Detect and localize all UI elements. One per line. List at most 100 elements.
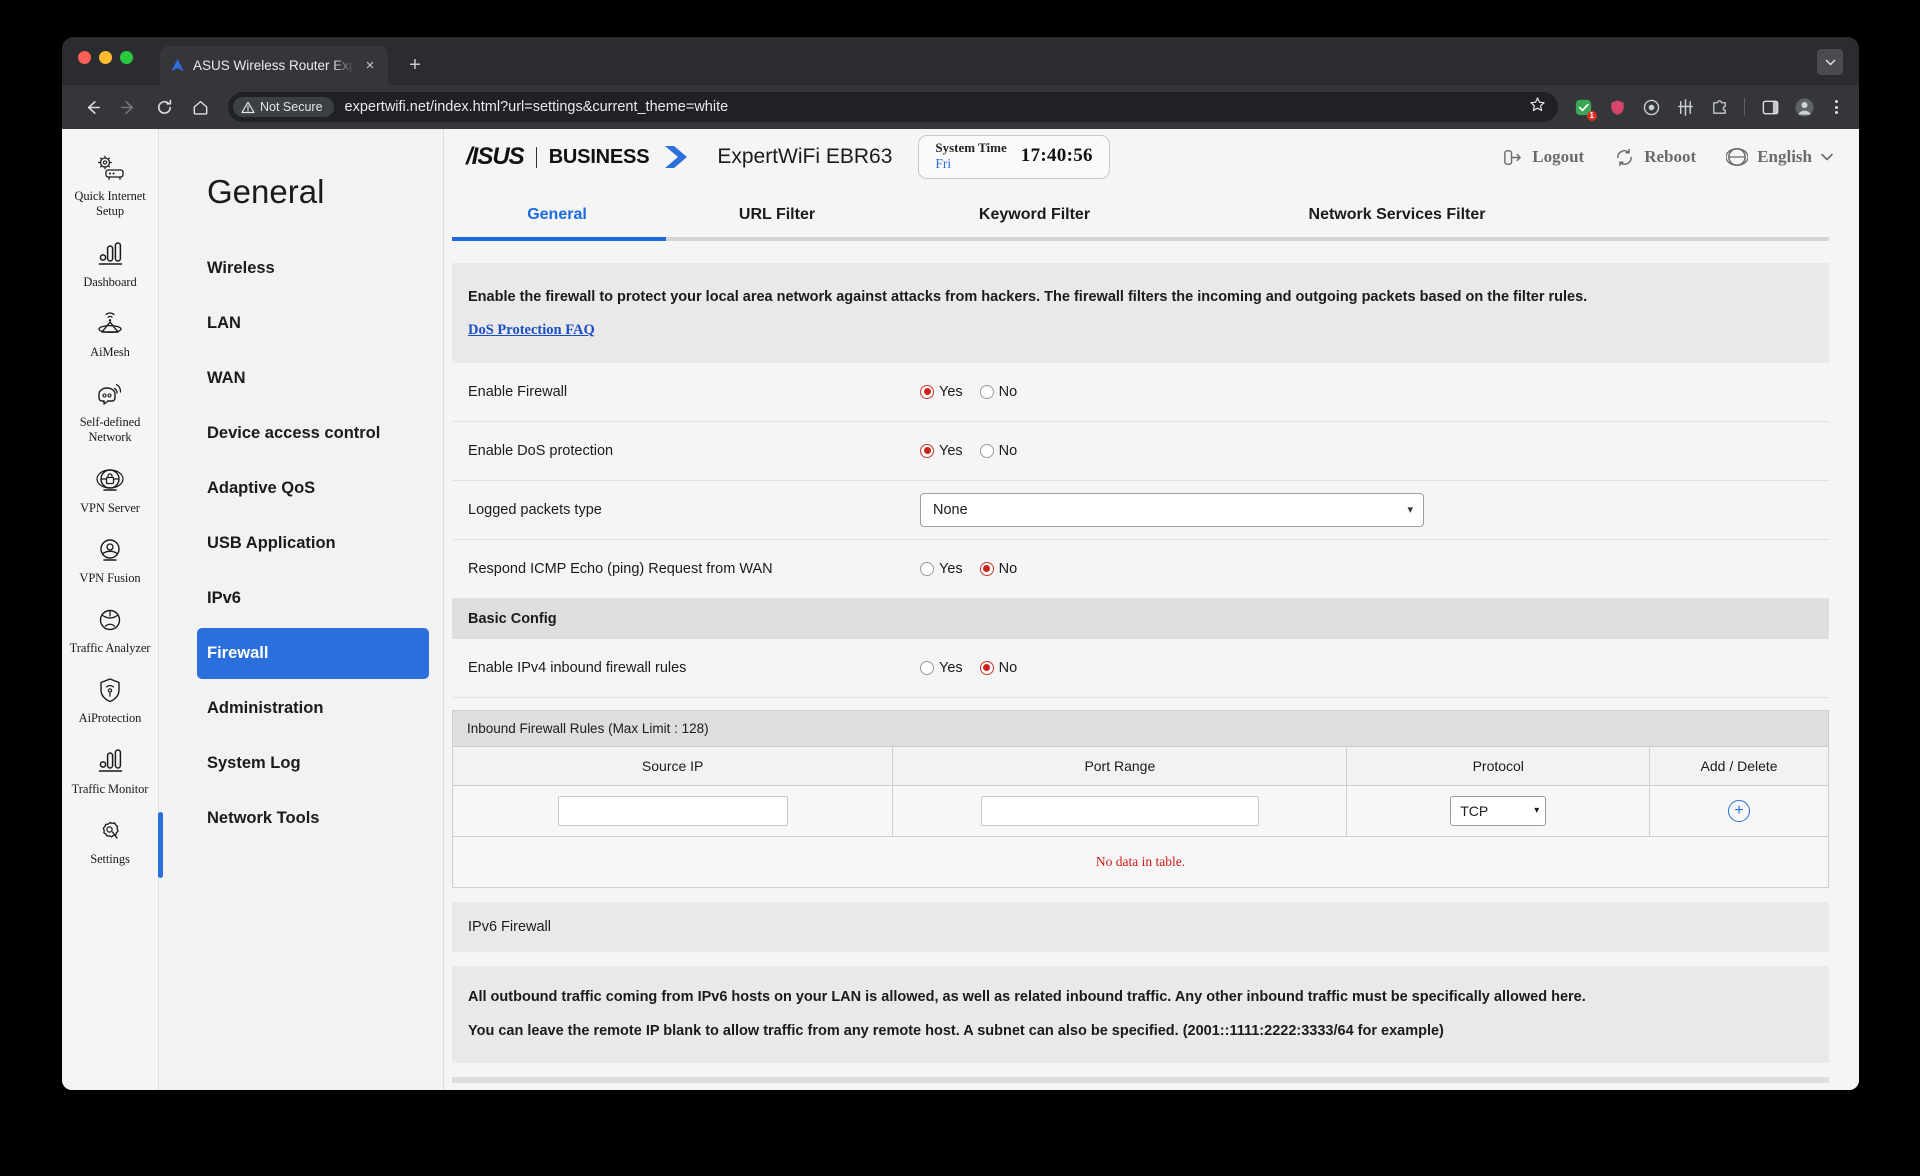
sidebar-item-label: AiProtection bbox=[78, 711, 142, 726]
source-ip-input[interactable] bbox=[557, 795, 788, 826]
traffic-analyzer-icon bbox=[99, 609, 121, 631]
browser-tab[interactable]: ASUS Wireless Router Exper × bbox=[160, 46, 388, 85]
vpn-server-icon bbox=[96, 468, 124, 491]
radio-indicator[interactable] bbox=[920, 443, 934, 458]
sidebar-item-traffic-analyzer[interactable]: Traffic Analyzer bbox=[62, 597, 158, 667]
subnav-item-firewall[interactable]: Firewall bbox=[197, 628, 429, 679]
subnav-item-adaptive-qos[interactable]: Adaptive QoS bbox=[159, 463, 429, 514]
logged-packets-type-select[interactable]: None ▾ bbox=[920, 492, 1424, 527]
maximize-window-button[interactable] bbox=[120, 51, 133, 64]
radio-indicator[interactable] bbox=[979, 384, 994, 399]
cell-source-ip bbox=[451, 784, 894, 837]
reboot-label: Reboot bbox=[1644, 147, 1697, 166]
sidebar-item-self-defined-network[interactable]: Self-defined Network bbox=[62, 371, 158, 457]
system-time-clock: 17:40:56 bbox=[1020, 145, 1093, 167]
language-selector[interactable]: English bbox=[1726, 146, 1833, 168]
not-secure-chip[interactable]: Not Secure bbox=[233, 97, 334, 117]
extension-icon-script[interactable] bbox=[1672, 94, 1698, 120]
radio-indicator[interactable] bbox=[920, 384, 934, 399]
chevron-down-icon bbox=[1821, 153, 1833, 161]
sidebar-item-settings[interactable]: Settings bbox=[62, 808, 163, 878]
logout-button[interactable]: Logout bbox=[1502, 147, 1584, 168]
inbound-firewall-rules-table: Source IP Port Range Protocol Add / Dele… bbox=[451, 745, 1829, 888]
extensions-puzzle-icon[interactable] bbox=[1706, 94, 1732, 120]
asus-wordmark: /ISUS bbox=[466, 143, 525, 170]
sidebar-item-dashboard[interactable]: Dashboard bbox=[62, 231, 158, 301]
main-panel: /ISUS BUSINESS ExpertWiFi EBR63 System T… bbox=[444, 129, 1859, 1090]
sidebar-item-vpn-server[interactable]: VPN Server bbox=[62, 457, 158, 527]
add-rule-button[interactable]: + bbox=[1728, 799, 1751, 822]
subnav-item-system-log[interactable]: System Log bbox=[159, 738, 429, 789]
subnav-item-administration[interactable]: Administration bbox=[159, 683, 429, 734]
bottom-divider bbox=[452, 1076, 1829, 1083]
content-tabs: General URL Filter Keyword Filter Networ… bbox=[444, 185, 1859, 237]
radio-indicator[interactable] bbox=[979, 660, 994, 675]
extension-icon-green[interactable]: 1 bbox=[1570, 94, 1597, 121]
sidebar-item-traffic-monitor[interactable]: Traffic Monitor bbox=[62, 738, 158, 808]
tabs-underline-active bbox=[452, 237, 666, 241]
address-bar[interactable]: Not Secure expertwifi.net/index.html?url… bbox=[228, 92, 1558, 122]
minimize-window-button[interactable] bbox=[99, 51, 112, 64]
reboot-button[interactable]: Reboot bbox=[1614, 147, 1696, 168]
toolbar-separator bbox=[1744, 98, 1745, 116]
radio-indicator[interactable] bbox=[979, 561, 994, 576]
chevron-down-icon bbox=[1824, 58, 1836, 66]
column-header-protocol: Protocol bbox=[1346, 745, 1651, 786]
dos-protection-faq-link[interactable]: DoS Protection FAQ bbox=[468, 322, 595, 339]
ipv4-inbound-radio-group: Yes No bbox=[920, 660, 1017, 676]
respond-icmp-no[interactable]: No bbox=[979, 561, 1017, 577]
window-menu-button[interactable] bbox=[1817, 49, 1843, 75]
tab-keyword-filter[interactable]: Keyword Filter bbox=[892, 206, 1177, 237]
ipv4-inbound-yes[interactable]: Yes bbox=[920, 660, 963, 676]
sidebar-item-quick-internet-setup[interactable]: Quick Internet Setup bbox=[62, 145, 158, 231]
tab-network-services-filter[interactable]: Network Services Filter bbox=[1177, 206, 1617, 237]
home-button[interactable] bbox=[184, 91, 216, 123]
subnav-item-network-tools[interactable]: Network Tools bbox=[159, 793, 429, 844]
tab-url-filter[interactable]: URL Filter bbox=[662, 206, 892, 237]
enable-firewall-yes[interactable]: Yes bbox=[920, 384, 963, 400]
port-range-input[interactable] bbox=[980, 795, 1259, 826]
sidebar-item-aimesh[interactable]: AiMesh bbox=[62, 301, 158, 371]
radio-label: No bbox=[998, 659, 1018, 676]
profile-avatar-icon[interactable] bbox=[1791, 94, 1817, 120]
new-tab-button[interactable]: + bbox=[400, 50, 430, 80]
asus-router-icon bbox=[171, 59, 184, 72]
subnav-item-wireless[interactable]: Wireless bbox=[159, 243, 429, 294]
forward-button[interactable] bbox=[112, 91, 144, 123]
reload-button[interactable] bbox=[148, 91, 180, 123]
close-tab-button[interactable]: × bbox=[361, 57, 379, 75]
enable-dos-yes[interactable]: Yes bbox=[920, 443, 963, 459]
back-button[interactable] bbox=[76, 91, 108, 123]
home-icon bbox=[193, 100, 207, 115]
enable-dos-no[interactable]: No bbox=[979, 443, 1017, 459]
side-panel-icon[interactable] bbox=[1757, 94, 1783, 120]
subnav-item-device-access-control[interactable]: Device access control bbox=[159, 408, 429, 459]
respond-icmp-yes[interactable]: Yes bbox=[920, 561, 963, 577]
radio-indicator[interactable] bbox=[979, 443, 994, 458]
tab-general[interactable]: General bbox=[452, 206, 662, 237]
subnav-item-lan[interactable]: LAN bbox=[159, 298, 429, 349]
subnav-item-usb-application[interactable]: USB Application bbox=[159, 518, 429, 569]
radio-indicator[interactable] bbox=[920, 660, 934, 675]
ipv4-inbound-no[interactable]: No bbox=[979, 659, 1018, 676]
extension-icon-shield[interactable] bbox=[1604, 94, 1630, 120]
sidebar-item-aiprotection[interactable]: AiProtection bbox=[62, 667, 158, 737]
sidebar-item-vpn-fusion[interactable]: VPN Fusion bbox=[62, 527, 158, 597]
row-respond-icmp: Respond ICMP Echo (ping) Request from WA… bbox=[452, 540, 1829, 599]
extension-icon-eye[interactable] bbox=[1638, 94, 1664, 120]
reboot-icon bbox=[1617, 148, 1633, 166]
enable-firewall-no[interactable]: No bbox=[979, 384, 1017, 400]
self-defined-network-icon bbox=[98, 383, 122, 405]
select-value: None bbox=[933, 501, 968, 518]
firewall-intro-text: Enable the firewall to protect your loca… bbox=[468, 289, 1588, 305]
system-time-label: System Time bbox=[935, 140, 1007, 156]
ipv6-notes: All outbound traffic coming from IPv6 ho… bbox=[452, 965, 1829, 1063]
protocol-select[interactable]: TCP ▾ bbox=[1450, 795, 1547, 826]
subnav-item-wan[interactable]: WAN bbox=[159, 353, 429, 404]
radio-indicator[interactable] bbox=[920, 561, 934, 576]
browser-menu-button[interactable] bbox=[1823, 100, 1849, 114]
subnav-item-ipv6[interactable]: IPv6 bbox=[159, 573, 429, 624]
close-window-button[interactable] bbox=[78, 51, 91, 64]
sidebar-item-label: Quick Internet Setup bbox=[74, 189, 146, 219]
bookmark-star-icon[interactable] bbox=[1529, 96, 1546, 118]
